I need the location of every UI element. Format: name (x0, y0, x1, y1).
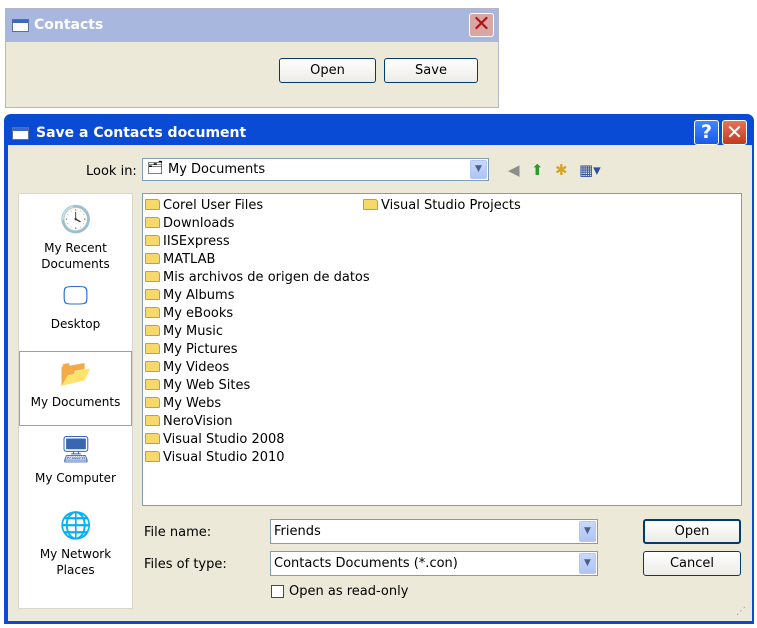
contacts-window: Contacts ✕ Open Save (5, 8, 499, 108)
dialog-close-button[interactable]: ✕ (722, 120, 747, 145)
folder-icon (145, 217, 160, 228)
open-button[interactable]: Open (279, 58, 376, 83)
folder-icon (145, 253, 160, 264)
read-only-label[interactable]: Open as read-only (289, 584, 408, 599)
resize-grip-icon[interactable]: ⋰ (736, 606, 746, 617)
place-label: Desktop (50, 317, 101, 331)
my-documents-small-icon: 🗂 (147, 161, 164, 176)
list-item[interactable]: My Pictures (145, 341, 238, 359)
place-label: My Recent Documents (41, 241, 110, 271)
save-dialog-title: Save a Contacts document (36, 125, 247, 141)
place-my-computer[interactable]: 🖥 My Computer (19, 434, 132, 486)
list-item[interactable]: IISExpress (145, 233, 230, 251)
list-item[interactable]: Visual Studio 2008 (145, 431, 285, 449)
view-menu-icon[interactable]: ▦▾ (579, 160, 601, 180)
file-name-label: File name: (144, 525, 212, 540)
files-of-type-label: Files of type: (144, 557, 227, 572)
folder-icon (145, 307, 160, 318)
folder-icon (145, 271, 160, 282)
look-in-label: Look in: (86, 164, 137, 179)
save-button[interactable]: Save (384, 58, 478, 83)
folder-icon (145, 289, 160, 300)
file-name-field[interactable]: Friends ▼ (270, 519, 598, 544)
look-in-value: My Documents (168, 162, 266, 177)
videos-folder-icon (145, 361, 160, 372)
music-folder-icon (145, 325, 160, 336)
dialog-open-button[interactable]: Open (643, 519, 741, 544)
folder-icon (145, 433, 160, 444)
folder-icon (145, 199, 160, 210)
folder-icon (145, 451, 160, 462)
network-places-icon: 🌐 (59, 511, 92, 541)
desktop-icon: 🖵 (62, 281, 89, 311)
files-of-type-dropdown[interactable]: Contacts Documents (*.con) ▼ (270, 551, 598, 576)
list-item[interactable]: NeroVision (145, 413, 233, 431)
place-my-documents[interactable]: 📂 My Documents (19, 351, 132, 426)
places-bar: 🕓 My Recent Documents 🖵 Desktop 📂 My Doc… (18, 193, 133, 609)
place-my-network-places[interactable]: 🌐 My Network Places (19, 510, 132, 578)
list-item[interactable]: My Web Sites (145, 377, 250, 395)
up-folder-icon[interactable]: ⬆ (531, 160, 544, 180)
close-icon[interactable]: ✕ (469, 13, 494, 37)
file-list[interactable]: Corel User Files Downloads IISExpress MA… (142, 193, 742, 506)
recent-documents-icon: 🕓 (59, 205, 92, 235)
pictures-folder-icon (145, 343, 160, 354)
help-button[interactable]: ? (694, 120, 719, 145)
list-item[interactable]: Mis archivos de origen de datos (145, 269, 370, 287)
list-item[interactable]: MATLAB (145, 251, 215, 269)
file-name-value: Friends (274, 524, 321, 539)
chevron-down-icon[interactable]: ▼ (579, 521, 596, 542)
place-label: My Computer (35, 471, 116, 485)
list-item[interactable]: Corel User Files (145, 197, 263, 215)
back-icon[interactable]: ◀ (508, 160, 520, 180)
place-label: My Network Places (39, 547, 112, 577)
dialog-window-icon (12, 127, 29, 140)
place-desktop[interactable]: 🖵 Desktop (19, 280, 132, 332)
list-item[interactable]: My eBooks (145, 305, 233, 323)
files-of-type-value: Contacts Documents (*.con) (274, 556, 458, 571)
list-item[interactable]: My Webs (145, 395, 221, 413)
my-computer-icon: 🖥 (59, 435, 93, 465)
chevron-down-icon[interactable]: ▼ (470, 160, 487, 179)
list-item[interactable]: My Music (145, 323, 223, 341)
list-item[interactable]: Visual Studio 2010 (145, 449, 285, 467)
web-sites-folder-icon (145, 379, 160, 390)
contacts-window-title: Contacts (34, 17, 104, 33)
folder-icon (145, 415, 160, 426)
chevron-down-icon[interactable]: ▼ (579, 553, 596, 574)
place-my-recent-documents[interactable]: 🕓 My Recent Documents (19, 204, 132, 272)
new-folder-icon[interactable]: ✱ (555, 160, 568, 180)
list-item[interactable]: Downloads (145, 215, 234, 233)
folder-icon (145, 235, 160, 246)
contacts-title-bar[interactable]: Contacts ✕ (6, 9, 498, 42)
look-in-dropdown[interactable]: 🗂 My Documents ▼ (142, 158, 489, 181)
folder-icon (363, 199, 378, 210)
list-item[interactable]: My Videos (145, 359, 229, 377)
read-only-checkbox[interactable] (271, 585, 284, 598)
folder-icon (145, 397, 160, 408)
list-item[interactable]: Visual Studio Projects (363, 197, 521, 215)
app-window-icon (12, 19, 29, 32)
my-documents-icon: 📂 (59, 359, 92, 389)
place-label: My Documents (30, 395, 121, 409)
dialog-cancel-button[interactable]: Cancel (643, 551, 741, 576)
list-item[interactable]: My Albums (145, 287, 234, 305)
